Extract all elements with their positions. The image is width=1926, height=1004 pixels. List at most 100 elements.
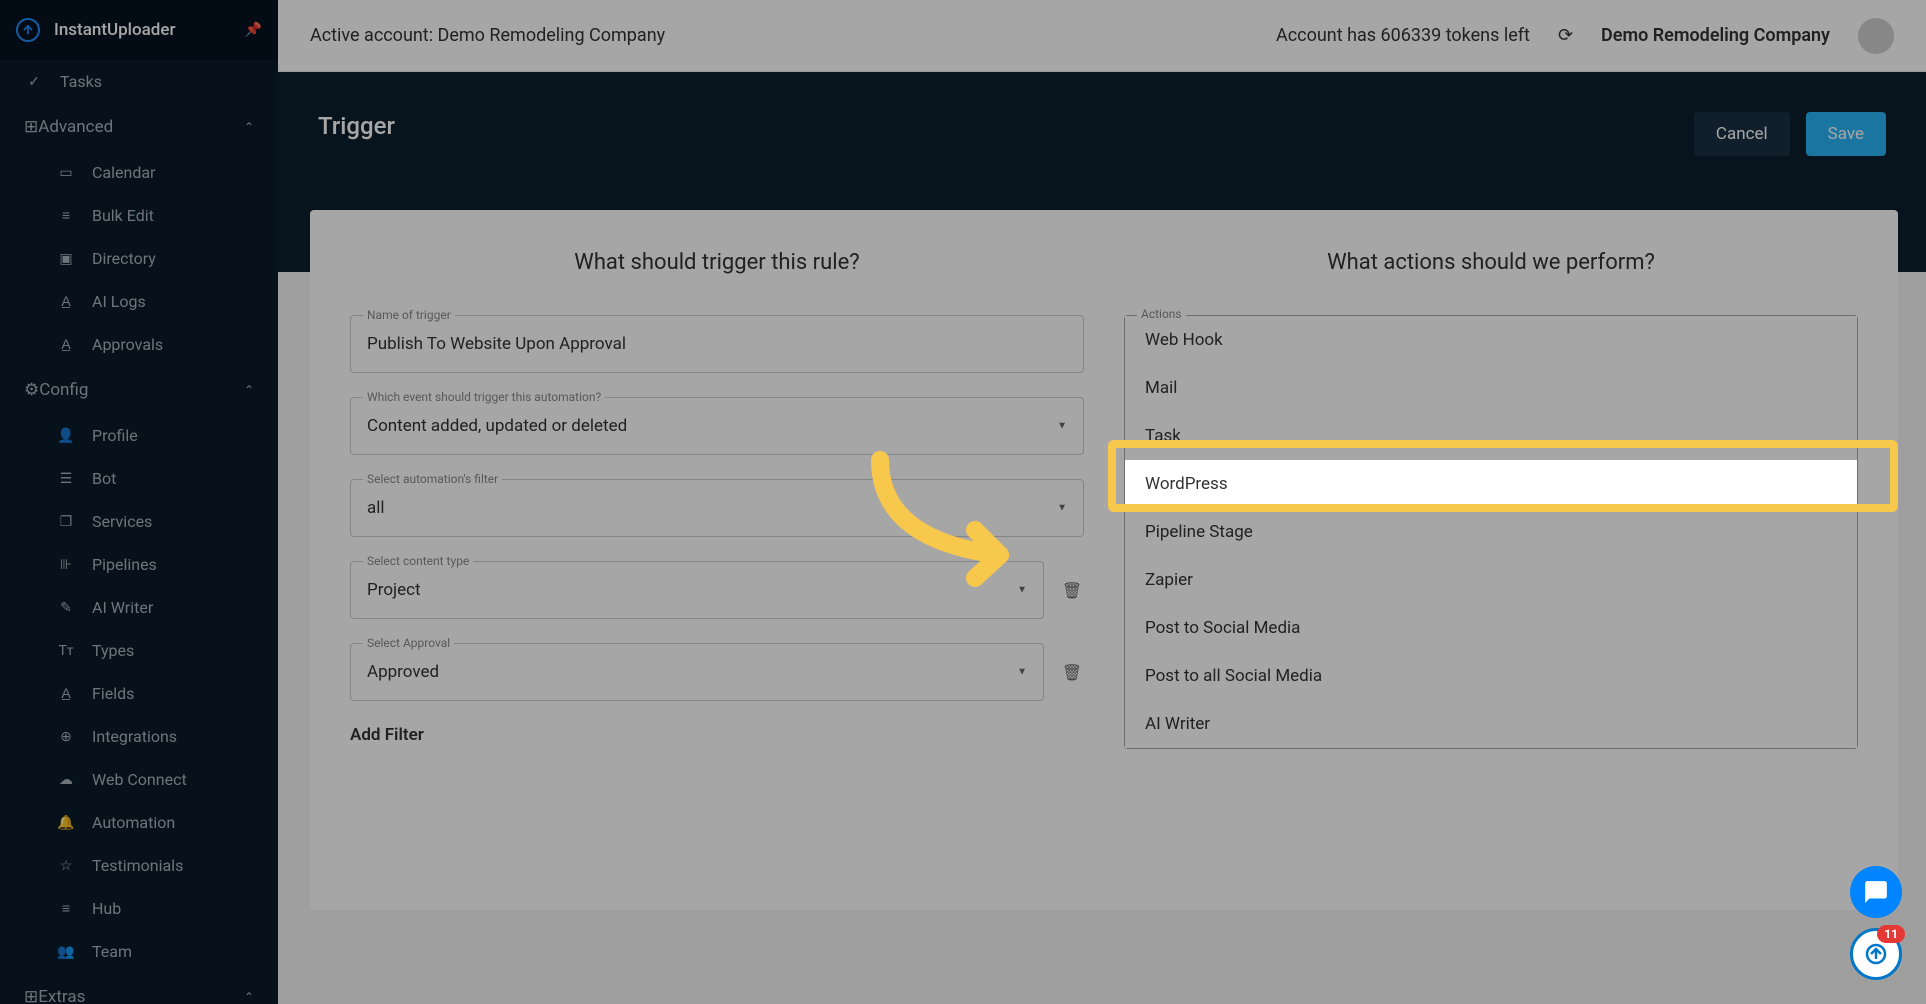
tokens-label: Account has 606339 tokens left — [1276, 25, 1530, 46]
sidebar-item-web-connect[interactable]: ☁ Web Connect — [0, 758, 278, 801]
action-item-task[interactable]: Task — [1125, 412, 1857, 460]
company-name[interactable]: Demo Remodeling Company — [1601, 25, 1830, 46]
field-label: Select Approval — [363, 636, 454, 650]
trigger-section-title: What should trigger this rule? — [350, 250, 1084, 275]
sidebar-item-types[interactable]: TтTypes — [0, 629, 278, 672]
sidebar-item-label: Bot — [92, 469, 116, 488]
sidebar-item-label: Calendar — [92, 163, 155, 182]
filter-field: Select automation's filter all ▼ — [350, 479, 1084, 537]
fields-icon: A̲ — [56, 685, 76, 702]
sidebar-item-label: Services — [92, 512, 152, 531]
sidebar-item-fields[interactable]: A̲ Fields — [0, 672, 278, 715]
logs-icon: A̲ — [56, 293, 76, 310]
sidebar-item-testimonials[interactable]: ☆Testimonials — [0, 844, 278, 887]
integrations-icon: ⊕ — [56, 729, 76, 745]
action-item-web-hook[interactable]: Web Hook — [1125, 316, 1857, 364]
sidebar-item-profile[interactable]: 👤 Profile — [0, 414, 278, 457]
sidebar-item-directory[interactable]: ▣ Directory — [0, 237, 278, 280]
sidebar-item-services[interactable]: ❐Services — [0, 500, 278, 543]
action-item-pipeline-stage[interactable]: Pipeline Stage — [1125, 508, 1857, 556]
event-select[interactable]: Content added, updated or deleted — [351, 398, 1083, 454]
pencil-icon: ✎ — [56, 600, 76, 616]
sidebar-item-ai-writer[interactable]: ✎ AI Writer — [0, 586, 278, 629]
cloud-icon: ☁ — [56, 772, 76, 788]
type-icon: Tт — [56, 643, 76, 659]
directory-icon: ▣ — [56, 251, 76, 267]
action-item-ai-writer[interactable]: AI Writer — [1125, 700, 1857, 748]
trash-icon[interactable]: 🗑 — [1060, 581, 1084, 600]
actions-column: What actions should we perform? Actions … — [1124, 250, 1858, 749]
sidebar-item-automation[interactable]: 🔔Automation — [0, 801, 278, 844]
sidebar-item-label: Approvals — [92, 335, 163, 354]
content-type-select[interactable]: Project — [351, 562, 1043, 618]
sidebar-group-extras[interactable]: ⊞Extras ⌃ — [0, 973, 278, 1004]
grid-icon: ⊞ — [24, 117, 38, 137]
topbar: Active account: Demo Remodeling Company … — [278, 0, 1926, 72]
sidebar-group-label: Advanced — [38, 117, 113, 137]
sidebar-item-team[interactable]: 👥Team — [0, 930, 278, 973]
pin-icon[interactable]: 📌 — [245, 22, 262, 38]
content-type-field: Select content type Project ▼ — [350, 561, 1044, 619]
bot-icon: ☰ — [56, 471, 76, 487]
action-item-mail[interactable]: Mail — [1125, 364, 1857, 412]
save-button[interactable]: Save — [1806, 112, 1886, 156]
action-item-post-all-social[interactable]: Post to all Social Media — [1125, 652, 1857, 700]
field-label: Actions — [1137, 307, 1186, 321]
sidebar-item-pipelines[interactable]: ⊪Pipelines — [0, 543, 278, 586]
field-label: Name of trigger — [363, 308, 455, 322]
sidebar-item-integrations[interactable]: ⊕ Integrations — [0, 715, 278, 758]
sidebar-item-label: Directory — [92, 249, 156, 268]
event-field: Which event should trigger this automati… — [350, 397, 1084, 455]
sidebar-header: InstantUploader 📌 — [0, 0, 278, 60]
field-label: Which event should trigger this automati… — [363, 390, 605, 404]
bell-icon: 🔔 — [56, 815, 76, 831]
sidebar-item-hub[interactable]: ≡ Hub — [0, 887, 278, 930]
chevron-up-icon: ⌃ — [244, 383, 254, 397]
sidebar-item-label: Bulk Edit — [92, 206, 154, 225]
action-item-zapier[interactable]: Zapier — [1125, 556, 1857, 604]
sidebar-group-advanced[interactable]: ⊞Advanced ⌃ — [0, 103, 278, 151]
fab-badge: 11 — [1877, 925, 1905, 943]
sidebar-item-label: Integrations — [92, 727, 177, 746]
sidebar-item-label: Hub — [92, 899, 121, 918]
trigger-column: What should trigger this rule? Name of t… — [350, 250, 1084, 749]
sidebar-item-ai-logs[interactable]: A̲AI Logs — [0, 280, 278, 323]
sidebar-group-config[interactable]: ⚙Config ⌃ — [0, 366, 278, 414]
bulk-icon: ≡ — [56, 207, 76, 224]
sidebar-item-bulk-edit[interactable]: ≡ Bulk Edit — [0, 194, 278, 237]
chat-widget[interactable] — [1850, 866, 1902, 918]
sidebar-item-approvals[interactable]: A̲ Approvals — [0, 323, 278, 366]
trigger-name-field: Name of trigger — [350, 315, 1084, 373]
user-icon: 👤 — [56, 428, 76, 444]
sidebar-item-label: AI Writer — [92, 598, 153, 617]
add-filter-button[interactable]: Add Filter — [350, 725, 1084, 745]
sidebar-item-label: Fields — [92, 684, 134, 703]
approval-select[interactable]: Approved — [351, 644, 1043, 700]
sidebar-item-label: Tasks — [60, 72, 102, 91]
actions-section-title: What actions should we perform? — [1124, 250, 1858, 275]
pipeline-icon: ⊪ — [56, 557, 76, 573]
fab-button[interactable]: 11 — [1850, 928, 1902, 980]
sidebar-item-label: Profile — [92, 426, 138, 445]
avatar[interactable] — [1858, 18, 1894, 54]
sidebar-item-tasks[interactable]: ✓ Tasks — [0, 60, 278, 103]
approvals-icon: A̲ — [56, 336, 76, 353]
sidebar-item-bot[interactable]: ☰ Bot — [0, 457, 278, 500]
main-card: What should trigger this rule? Name of t… — [310, 210, 1898, 910]
refresh-icon[interactable]: ⟳ — [1558, 25, 1573, 46]
trigger-name-input[interactable] — [351, 316, 1083, 372]
field-label: Select automation's filter — [363, 472, 502, 486]
logo-icon — [16, 18, 40, 42]
trash-icon[interactable]: 🗑 — [1060, 663, 1084, 682]
sidebar-item-label: Team — [92, 942, 132, 961]
action-item-post-social[interactable]: Post to Social Media — [1125, 604, 1857, 652]
action-item-wordpress[interactable]: WordPress — [1125, 460, 1857, 508]
actions-dropdown[interactable]: Actions Web Hook Mail Task WordPress Pip… — [1124, 315, 1858, 749]
hub-icon: ≡ — [56, 900, 76, 917]
grid-icon: ⊞ — [24, 987, 38, 1004]
cancel-button[interactable]: Cancel — [1694, 112, 1790, 156]
sidebar-item-label: Web Connect — [92, 770, 187, 789]
sidebar-item-calendar[interactable]: ▭Calendar — [0, 151, 278, 194]
filter-select[interactable]: all — [351, 480, 1083, 536]
sidebar: InstantUploader 📌 ✓ Tasks ⊞Advanced ⌃ ▭C… — [0, 0, 278, 1004]
